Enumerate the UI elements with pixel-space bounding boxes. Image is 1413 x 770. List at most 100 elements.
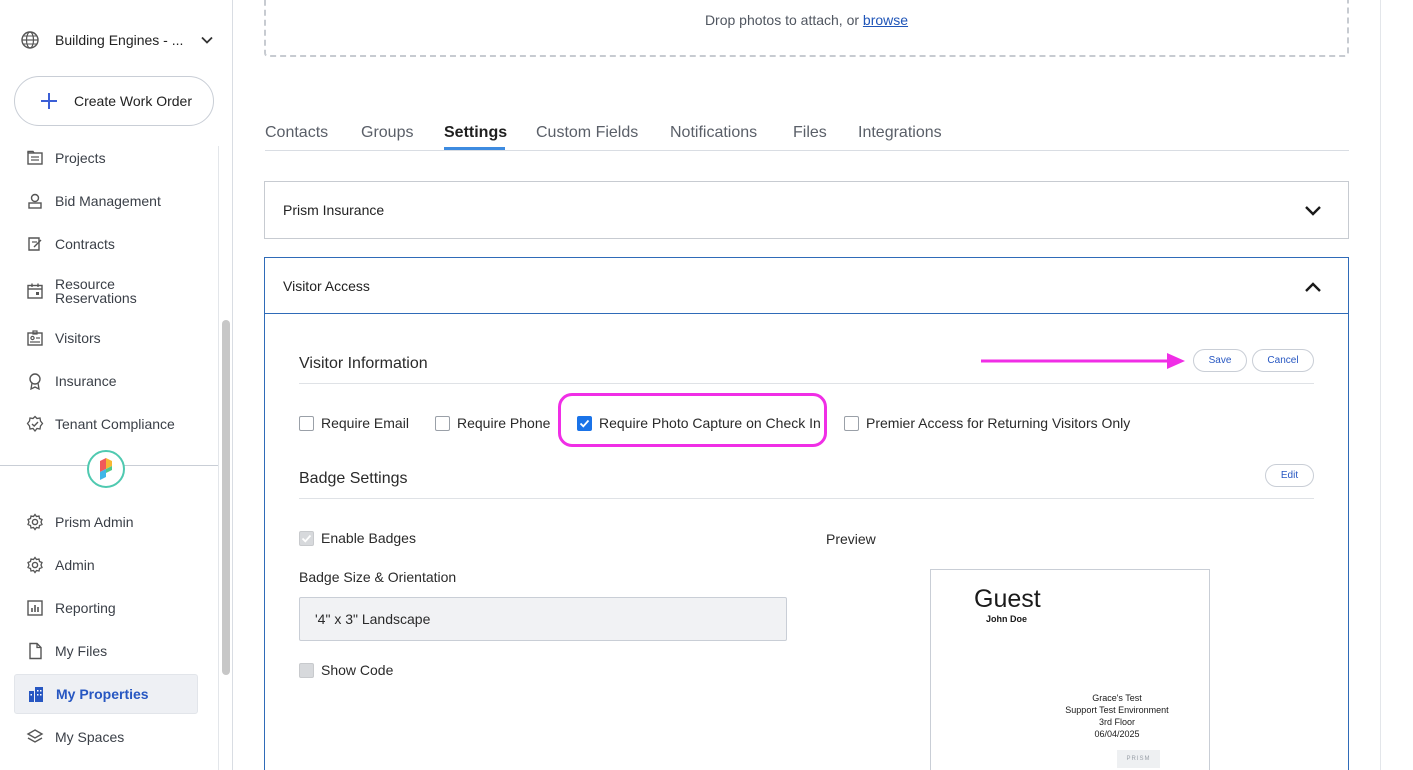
content-right-border: [1380, 0, 1381, 770]
require-photo-option[interactable]: Require Photo Capture on Check In: [577, 415, 821, 431]
gear-icon: [26, 513, 44, 531]
insurance-panel-header[interactable]: Prism Insurance: [265, 182, 1348, 238]
tab-notifications[interactable]: Notifications: [670, 124, 757, 142]
require-email-label: Require Email: [321, 415, 409, 431]
tab-settings[interactable]: Settings: [444, 124, 507, 142]
save-button[interactable]: Save: [1193, 349, 1247, 372]
badge-settings-title: Badge Settings: [299, 470, 408, 487]
check-icon: [579, 419, 590, 428]
sidebar: Building Engines - ... Create Work Order…: [0, 0, 233, 770]
require-photo-label: Require Photo Capture on Check In: [599, 415, 821, 431]
sidebar-scrollbar[interactable]: [222, 320, 230, 675]
compliance-icon: [26, 415, 44, 433]
sidebar-item-bid-management[interactable]: Bid Management: [14, 181, 198, 221]
edit-button[interactable]: Edit: [1265, 464, 1314, 487]
section-divider: [299, 383, 1314, 384]
section-divider: [299, 498, 1314, 499]
require-photo-checkbox[interactable]: [577, 415, 592, 431]
sidebar-item-my-files[interactable]: My Files: [14, 631, 198, 671]
dropzone-text: Drop photos to attach, or: [704, 12, 860, 28]
visitor-access-panel-title: Visitor Access: [283, 277, 370, 294]
photo-dropzone[interactable]: Drop photos to attach, or browse: [264, 0, 1349, 57]
check-icon: [301, 534, 312, 543]
building-icon: [27, 685, 45, 703]
sidebar-item-label: Projects: [55, 150, 106, 166]
badge-size-label: Badge Size & Orientation: [299, 569, 457, 585]
sidebar-item-my-properties[interactable]: My Properties: [14, 674, 198, 714]
badge-size-select[interactable]: '4" x 3" Landscape: [299, 597, 787, 641]
sidebar-item-label: My Spaces: [55, 729, 125, 745]
cancel-button[interactable]: Cancel: [1252, 349, 1314, 372]
require-email-checkbox[interactable]: [299, 415, 314, 431]
sidebar-item-label: Tenant Compliance: [55, 416, 175, 432]
sidebar-item-tenant-compliance[interactable]: Tenant Compliance: [14, 404, 198, 444]
bid-icon: [26, 192, 44, 210]
insurance-panel-title: Prism Insurance: [283, 202, 385, 218]
projects-icon: [26, 149, 44, 167]
sidebar-item-contracts[interactable]: Contracts: [14, 224, 198, 264]
org-switcher[interactable]: Building Engines - ...: [20, 28, 215, 52]
create-work-order-button[interactable]: Create Work Order: [14, 76, 214, 126]
globe-icon: [20, 30, 40, 50]
sidebar-item-prism-admin[interactable]: Prism Admin: [14, 502, 198, 542]
sidebar-item-resource-reservations[interactable]: Resource Reservations: [14, 271, 198, 311]
badge-preview: Guest John Doe Grace's Test Support Test…: [930, 569, 1210, 770]
enable-badges-label: Enable Badges: [321, 530, 416, 546]
sidebar-item-label: Admin: [55, 557, 95, 573]
prism-logo: [87, 450, 125, 488]
show-code-checkbox: [299, 662, 314, 678]
show-code-option: Show Code: [299, 662, 393, 678]
create-work-order-label: Create Work Order: [74, 93, 192, 109]
enable-badges-checkbox: [299, 530, 314, 546]
chevron-down-icon[interactable]: [1304, 202, 1322, 220]
sidebar-item-label: Visitors: [55, 330, 101, 346]
visitor-access-panel-header[interactable]: Visitor Access: [265, 258, 1348, 314]
sidebar-item-label: My Properties: [56, 686, 149, 702]
sidebar-item-label: Prism Admin: [55, 514, 134, 530]
sidebar-item-label: My Files: [55, 643, 108, 659]
active-tab-indicator: [444, 147, 505, 150]
badge-info-line: Support Test Environment: [1065, 705, 1169, 715]
sidebar-item-projects[interactable]: Projects: [14, 138, 198, 178]
premier-access-option[interactable]: Premier Access for Returning Visitors On…: [844, 415, 1130, 431]
premier-access-checkbox[interactable]: [844, 415, 859, 431]
dropzone-text-row: Drop photos to attach, or browse: [266, 12, 1347, 28]
sidebar-item-reporting[interactable]: Reporting: [14, 588, 198, 628]
sidebar-item-label: Bid Management: [55, 193, 161, 209]
tab-custom-fields[interactable]: Custom Fields: [536, 124, 638, 142]
visitor-information-title: Visitor Information: [299, 355, 428, 372]
tab-groups[interactable]: Groups: [361, 124, 413, 142]
file-icon: [26, 642, 44, 660]
contracts-icon: [26, 235, 44, 253]
enable-badges-option: Enable Badges: [299, 530, 416, 546]
visitors-icon: [26, 329, 44, 347]
tab-integrations[interactable]: Integrations: [858, 124, 942, 142]
require-email-option[interactable]: Require Email: [299, 415, 409, 431]
chevron-down-icon: [199, 32, 215, 48]
tab-contacts[interactable]: Contacts: [265, 124, 328, 142]
sidebar-item-label: Insurance: [55, 373, 117, 389]
require-phone-option[interactable]: Require Phone: [435, 415, 550, 431]
sidebar-item-label: Resource Reservations: [55, 276, 137, 306]
badge-guest-title: Guest: [974, 585, 1041, 613]
sidebar-item-my-spaces[interactable]: My Spaces: [14, 717, 198, 757]
tab-files[interactable]: Files: [793, 124, 827, 142]
sidebar-item-label: Reporting: [55, 600, 116, 616]
show-code-label: Show Code: [321, 662, 394, 678]
sidebar-item-visitors[interactable]: Visitors: [14, 318, 198, 358]
premier-access-label: Premier Access for Returning Visitors On…: [866, 415, 1131, 431]
chevron-up-icon[interactable]: [1304, 278, 1322, 296]
badge-visitor-name: John Doe: [986, 614, 1028, 624]
badge-info-line: 3rd Floor: [1098, 717, 1135, 727]
browse-link[interactable]: browse: [863, 12, 908, 28]
tab-bar: Contacts Groups Settings Custom Fields N…: [265, 118, 1349, 151]
layers-icon: [26, 728, 44, 746]
badge-date: 06/04/2025: [1094, 729, 1140, 739]
sidebar-item-insurance[interactable]: Insurance: [14, 361, 198, 401]
reporting-icon: [26, 599, 44, 617]
require-phone-checkbox[interactable]: [435, 415, 450, 431]
org-name: Building Engines - ...: [55, 32, 184, 48]
sidebar-item-admin[interactable]: Admin: [14, 545, 198, 585]
preview-label: Preview: [826, 531, 876, 547]
insurance-panel: Prism Insurance: [264, 181, 1349, 239]
